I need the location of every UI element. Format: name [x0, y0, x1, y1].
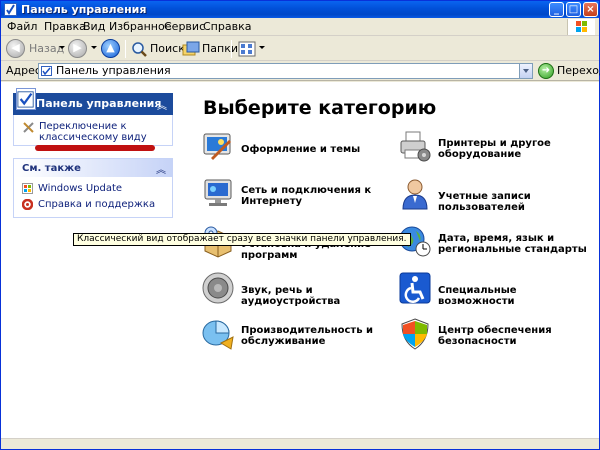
search-icon[interactable] [131, 41, 148, 58]
category-label-line2[interactable]: оборудование [438, 149, 521, 160]
security-center-icon [401, 318, 429, 350]
category-performance-maintenance[interactable]: Производительность и обслуживание [201, 317, 391, 351]
category-label-line2[interactable]: региональные стандарты [438, 244, 587, 255]
help-support-label[interactable]: Справка и поддержка [38, 199, 155, 210]
close-button[interactable]: × [583, 2, 598, 17]
toolbar-separator [125, 40, 126, 58]
collapse-chevron-icon[interactable]: ︽ [156, 161, 166, 176]
menu-edit[interactable]: Правка [44, 21, 86, 33]
control-panel-small-icon [41, 66, 52, 76]
menu-favorites[interactable]: Избранное [109, 21, 171, 33]
category-label-line2[interactable]: безопасности [438, 336, 517, 347]
control-panel-window: Панель управления _ □ × Файл Правка Вид … [0, 0, 600, 450]
see-also-title: См. также [22, 163, 81, 174]
address-input[interactable]: Панель управления [38, 63, 533, 79]
category-label-line1[interactable]: Принтеры и другое [438, 138, 551, 149]
task-box-title: Панель управления [36, 97, 162, 110]
category-user-accounts[interactable]: Учетные записи пользователей [398, 177, 588, 213]
switch-classic-view-line1[interactable]: Переключение к [39, 121, 127, 132]
page-heading: Выберите категорию [203, 97, 437, 119]
task-box-header[interactable]: Панель управления ︽ [13, 88, 173, 115]
window-bottom-edge [1, 438, 599, 449]
switch-classic-view-line2[interactable]: классическому виду [39, 132, 147, 143]
category-label-line1[interactable]: Производительность и [241, 325, 373, 336]
window-title: Панель управления [21, 3, 147, 16]
user-accounts-icon [402, 179, 428, 210]
see-also-task-box: См. также ︽ Windows Update Справка и под… [13, 158, 173, 218]
category-sounds-audio[interactable]: Звук, речь и аудиоустройства [201, 271, 391, 307]
address-value: Панель управления [56, 64, 171, 77]
sounds-audio-icon [202, 272, 234, 304]
appearance-themes-icon [203, 133, 231, 160]
category-appearance-themes[interactable]: Оформление и темы [201, 130, 391, 164]
windows-update-link[interactable]: Windows Update [22, 183, 170, 196]
views-icon[interactable] [238, 41, 256, 57]
performance-maintenance-icon [202, 320, 234, 350]
category-label-line1[interactable]: Сеть и подключения к [241, 185, 371, 196]
category-date-time-language[interactable]: Дата, время, язык и региональные стандар… [398, 225, 588, 259]
address-dropdown-icon[interactable] [519, 64, 532, 78]
menu-bar: Файл Правка Вид Избранное Сервис Справка [1, 18, 599, 36]
network-connections-icon [204, 179, 232, 206]
category-network-connections[interactable]: Сеть и подключения к Интернету [201, 177, 391, 211]
control-panel-icon [4, 3, 17, 16]
back-button-label[interactable]: Назад [29, 43, 64, 55]
category-label-line1[interactable]: Специальные возможности [438, 285, 588, 307]
task-pane: Панель управления ︽ Переключение к класс… [1, 82, 184, 438]
category-security-center[interactable]: Центр обеспечения безопасности [398, 317, 588, 351]
category-label-line1[interactable]: Дата, время, язык и [438, 233, 554, 244]
red-highlight-mark [35, 145, 155, 151]
back-dropdown-icon[interactable] [59, 46, 65, 49]
forward-arrow-icon[interactable]: ▶ [68, 39, 87, 58]
category-accessibility[interactable]: Специальные возможности [398, 271, 588, 307]
classic-view-tooltip: Классический вид отображает сразу все зн… [73, 233, 411, 246]
control-panel-logo-icon [16, 88, 36, 110]
maximize-button[interactable]: □ [566, 2, 581, 17]
menu-tools[interactable]: Сервис [164, 21, 205, 33]
accessibility-icon [399, 272, 431, 304]
tools-icon [23, 122, 34, 133]
category-label-line1[interactable]: Центр обеспечения [438, 325, 552, 336]
search-button-label[interactable]: Поиск [150, 43, 185, 55]
printers-hardware-icon [400, 131, 431, 162]
category-label-line2[interactable]: Интернету [241, 196, 302, 207]
folders-icon[interactable] [182, 41, 200, 58]
category-label-line1[interactable]: Учетные записи пользователей [438, 191, 588, 213]
help-support-icon [22, 199, 33, 210]
address-bar: Адрес: Панель управления ➜ Переход [1, 62, 600, 81]
up-folder-icon[interactable]: ▲ [101, 39, 120, 58]
windows-update-label[interactable]: Windows Update [38, 183, 122, 194]
toolbar-separator [231, 40, 232, 58]
see-also-header[interactable]: См. также ︽ [14, 159, 172, 177]
back-arrow-icon[interactable]: ◀ [6, 39, 25, 58]
content-area: Панель управления ︽ Переключение к класс… [1, 82, 599, 438]
collapse-chevron-icon[interactable]: ︽ [157, 97, 167, 112]
category-label-line1[interactable]: Оформление и темы [241, 144, 360, 155]
go-arrow-icon[interactable]: ➜ [538, 63, 554, 79]
menu-help[interactable]: Справка [203, 21, 251, 33]
menu-file[interactable]: Файл [7, 21, 37, 33]
toolbar: ◀ Назад ▶ ▲ Поиск Папки [1, 37, 599, 61]
category-printers-hardware[interactable]: Принтеры и другое оборудование [398, 130, 588, 164]
windows-update-icon [22, 183, 33, 194]
folders-button-label[interactable]: Папки [202, 43, 238, 55]
forward-dropdown-icon[interactable] [91, 46, 97, 49]
category-label-line1[interactable]: Звук, речь и аудиоустройства [241, 285, 391, 307]
minimize-button[interactable]: _ [549, 2, 564, 17]
category-label-line2[interactable]: обслуживание [241, 336, 325, 347]
menu-view[interactable]: Вид [83, 21, 105, 33]
go-button-label[interactable]: Переход [557, 65, 600, 77]
help-support-link[interactable]: Справка и поддержка [22, 199, 170, 212]
control-panel-task-box: Панель управления ︽ Переключение к класс… [13, 88, 173, 146]
title-bar[interactable]: Панель управления _ □ × [1, 1, 599, 18]
windows-logo-icon [567, 19, 595, 35]
views-dropdown-icon[interactable] [259, 46, 265, 49]
